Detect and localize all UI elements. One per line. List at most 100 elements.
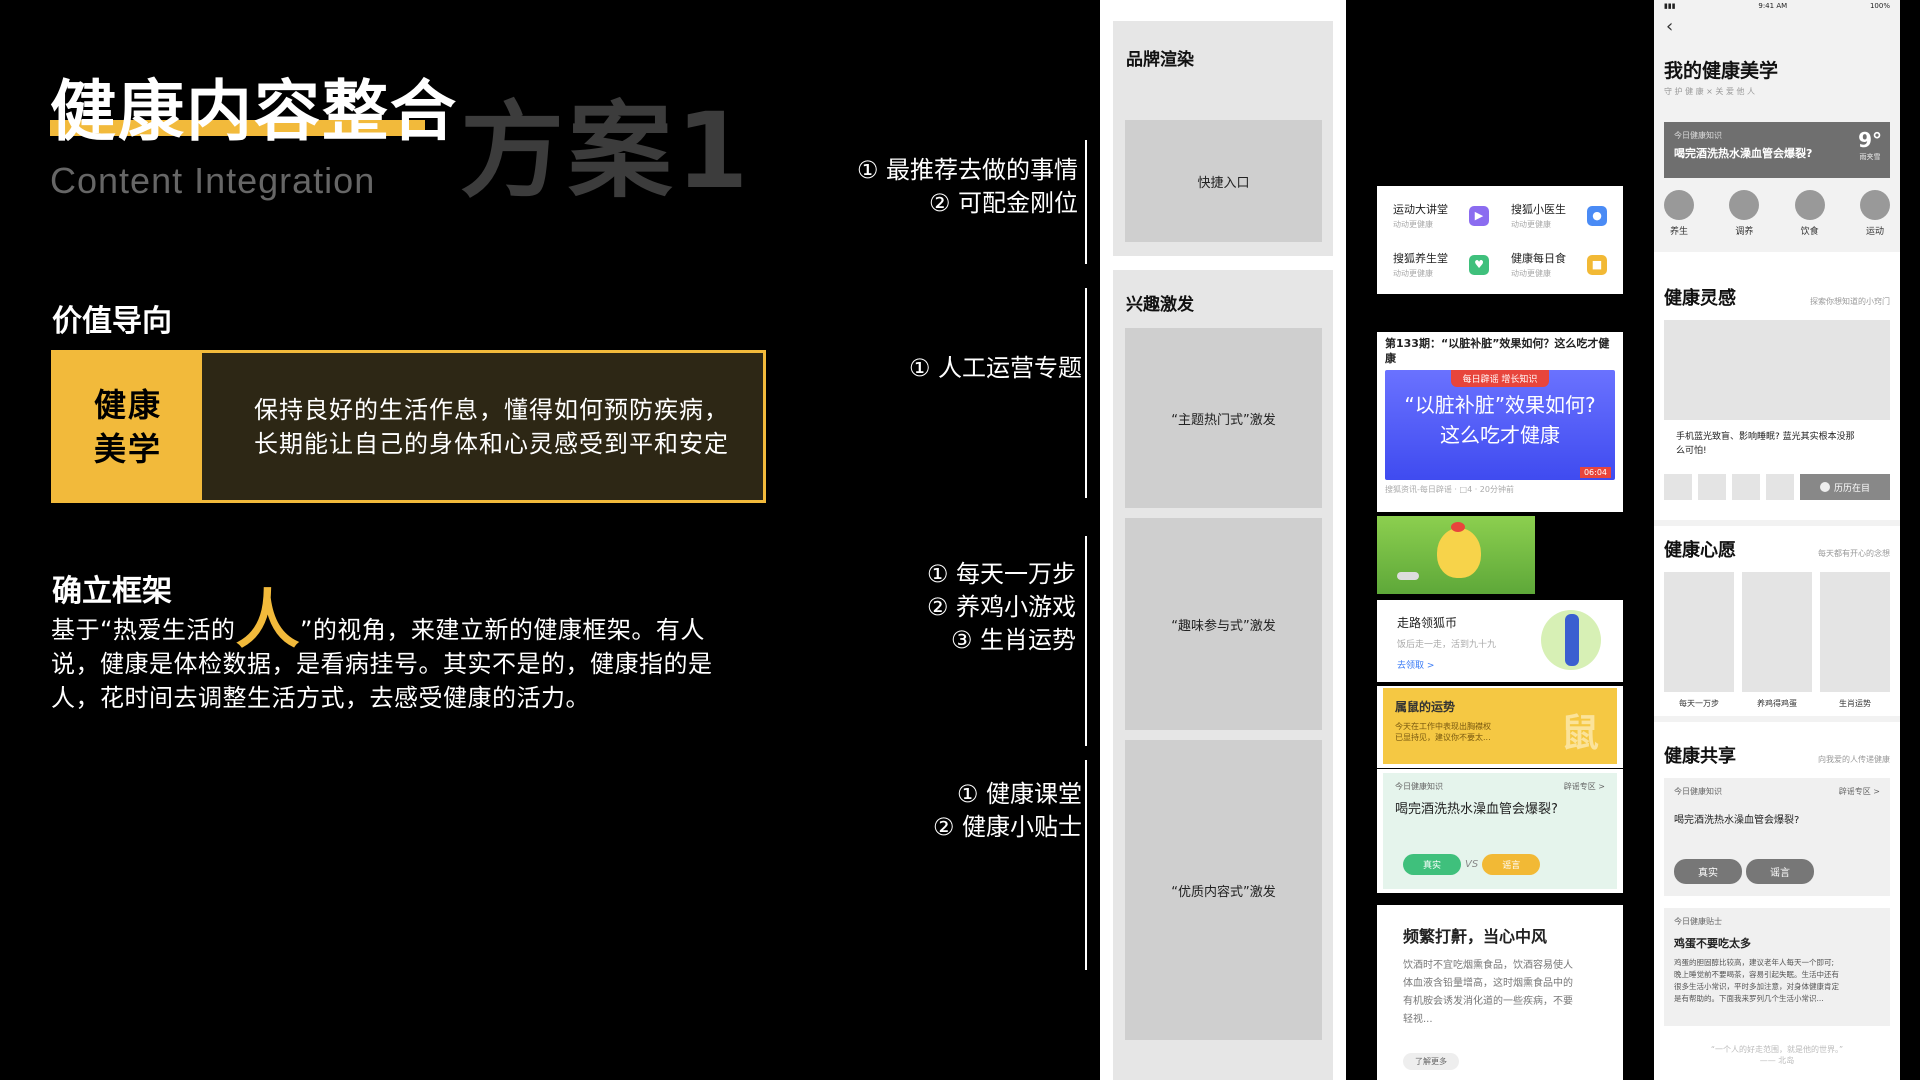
share-quiz-question: 喝完酒洗热水澡血管会爆裂? bbox=[1674, 815, 1800, 826]
frame-text-post: ”的视角，来建立新的健康框架。有人 bbox=[299, 616, 705, 644]
false-button[interactable]: 谣言 bbox=[1482, 854, 1541, 875]
frame-line1: 基于“热爱生活的人”的视角，来建立新的健康框架。有人 bbox=[51, 589, 751, 653]
article-card[interactable]: 频繁打鼾，当心中风 饮酒时不宜吃烟熏食品，饮酒容易使人 体血液含铅量增高，这时烟… bbox=[1377, 905, 1623, 1080]
quote: “一个人的好走范围，就是他的世界。” —— 北岛 bbox=[1654, 1044, 1900, 1066]
inspire-image[interactable] bbox=[1664, 320, 1890, 420]
tip-title: 鸡蛋不要吃太多 bbox=[1674, 937, 1751, 950]
share-quiz-card[interactable]: 今日健康知识 辟谣专区 > 喝完酒洗热水澡血管会爆裂? 真实 谣言 bbox=[1664, 778, 1890, 896]
thumb[interactable] bbox=[1664, 474, 1692, 500]
topic-banner[interactable]: 每日辟谣 增长知识 “以脏补脏”效果如何? 这么吃才健康 06:04 bbox=[1385, 370, 1615, 480]
tile-doctor[interactable]: 搜狐小医生 动动更健康 ● bbox=[1503, 194, 1615, 237]
wish-image bbox=[1742, 572, 1812, 692]
zodiac-card[interactable]: 属鼠的运势 今天在工作中表现出胸襟权 已显持见，建议你不要太... 鼠 bbox=[1377, 686, 1623, 768]
frame-line3: 人，花时间去调整生活方式，去感受健康的活力。 bbox=[51, 684, 590, 712]
wireframe-fun-block: “趣味参与式”激发 bbox=[1125, 518, 1322, 730]
annotation-divider bbox=[1085, 288, 1087, 498]
frame-description: 基于“热爱生活的人”的视角，来建立新的健康框架。有人 说，健康是体检数据，是看病… bbox=[51, 589, 751, 715]
annotation-divider bbox=[1085, 140, 1087, 264]
tile-title: 搜狐小医生 bbox=[1511, 203, 1566, 216]
shortcut-tiles: 运动大讲堂 动动更健康 ▶ 搜狐小医生 动动更健康 ● 搜狐养生堂 动动更健康 ♥ 健… bbox=[1377, 186, 1623, 294]
weather-temp: 9° bbox=[1858, 128, 1882, 152]
history-label: 历历在目 bbox=[1833, 483, 1870, 494]
phone-title: 我的健康美学 bbox=[1664, 60, 1779, 82]
category-label: 饮食 bbox=[1800, 227, 1819, 237]
thumb[interactable] bbox=[1732, 474, 1760, 500]
share-quiz-header: 今日健康知识 辟谣专区 > bbox=[1674, 786, 1880, 797]
history-button[interactable]: 历历在目 bbox=[1800, 474, 1890, 500]
tile-sub: 动动更健康 bbox=[1393, 220, 1433, 229]
food-icon: ■ bbox=[1587, 254, 1607, 275]
share-true-button[interactable]: 真实 bbox=[1674, 859, 1742, 884]
quiz-zone[interactable]: 辟谣专区 > bbox=[1564, 781, 1605, 792]
category-health[interactable]: 养生 bbox=[1664, 190, 1694, 237]
share-quiz-label: 今日健康知识 bbox=[1674, 787, 1722, 796]
true-button[interactable]: 真实 bbox=[1403, 854, 1462, 875]
wish-item-zodiac[interactable]: 生肖运势 bbox=[1820, 572, 1890, 709]
topic-footer: 搜狐资讯-每日辟谣 · □4 · 20分钟前 bbox=[1385, 485, 1514, 494]
article-line: 体血液含铅量增高，这时烟熏食品中的 bbox=[1403, 978, 1573, 989]
inspire-section: 健康灵感 探索你想知道的小窍门 手机蓝光致盲、影响睡眠? 蓝光其实根本没那 么可… bbox=[1654, 252, 1900, 520]
annotation-item: ② 养鸡小游戏 bbox=[926, 593, 1076, 621]
tile-title: 健康每日食 bbox=[1511, 252, 1566, 265]
value-desc-line2: 长期能让自己的身体和心灵感受到平和安定 bbox=[254, 429, 729, 458]
topic-card[interactable]: 第133期：“以脏补脏”效果如何？这么吃才健康 每日辟谣 增长知识 “以脏补脏”… bbox=[1377, 332, 1623, 512]
annotation-divider bbox=[1085, 536, 1087, 746]
annotation-item: ② 健康小贴士 bbox=[932, 813, 1082, 841]
tile-sub: 动动更健康 bbox=[1393, 269, 1433, 278]
quote-line: “一个人的好走范围，就是他的世界。” bbox=[1710, 1045, 1844, 1054]
walk-card[interactable]: 走路领狐币 饭后走一走，活到九十九 去领取 > bbox=[1377, 600, 1623, 682]
category-label: 调养 bbox=[1735, 227, 1754, 237]
page-subtitle: Content Integration bbox=[50, 160, 376, 201]
vs-label: VS bbox=[1465, 859, 1479, 870]
tip-line: 晚上睡觉前不要喝茶，容易引起失眠。生活中还有 bbox=[1674, 970, 1839, 979]
value-label-line2: 美学 bbox=[93, 429, 162, 468]
category-icon bbox=[1859, 190, 1890, 220]
category-row: 养生 调养 饮食 运动 bbox=[1664, 190, 1890, 237]
tile-daily-food[interactable]: 健康每日食动动更健康 ■ bbox=[1503, 243, 1615, 286]
wireframe-hot-topic-block: “主题热门式”激发 bbox=[1125, 328, 1322, 508]
topic-header: 第133期：“以脏补脏”效果如何？这么吃才健康 bbox=[1385, 337, 1610, 365]
wish-item-chicken[interactable]: 养鸡得鸡蛋 bbox=[1742, 572, 1812, 709]
title-block: 健康内容整合 Content Integration bbox=[50, 58, 458, 202]
weather-widget: 9° 雨夹雪 bbox=[1858, 128, 1882, 162]
wireframe-shortcut-block: 快捷入口 bbox=[1125, 120, 1322, 242]
wish-image bbox=[1664, 572, 1734, 692]
signal-icon: ▮▮▮ bbox=[1664, 2, 1676, 10]
annotation-item: ① 人工运营专题 bbox=[908, 354, 1082, 382]
topic-banner-line1: “以脏补脏”效果如何? bbox=[1404, 393, 1596, 417]
tile-health-hall[interactable]: 搜狐养生堂 动动更健康 ♥ bbox=[1385, 243, 1497, 286]
inspire-thumbs bbox=[1664, 474, 1794, 500]
tip-card[interactable]: 今日健康贴士 鸡蛋不要吃太多 鸡蛋的胆固醇比较高，建议老年人每天一个即可; 晚上… bbox=[1664, 908, 1890, 1026]
category-diet[interactable]: 饮食 bbox=[1794, 190, 1825, 237]
annotation-divider bbox=[1085, 760, 1087, 970]
phone-subtitle: 守 护 健 康 × 关 爱 他 人 bbox=[1664, 87, 1756, 96]
inspire-title: 健康灵感 bbox=[1664, 288, 1736, 309]
thumb[interactable] bbox=[1766, 474, 1794, 500]
category-icon bbox=[1664, 190, 1694, 220]
category-recuperate[interactable]: 调养 bbox=[1729, 190, 1760, 237]
value-heading: 价值导向 bbox=[52, 304, 172, 339]
chicken-game-thumbnail[interactable] bbox=[1377, 516, 1535, 594]
category-label: 运动 bbox=[1865, 227, 1884, 237]
battery-status: 100% bbox=[1869, 2, 1890, 10]
value-description: 保持良好的生活作息，懂得如何预防疾病， 长期能让自己的身体和心灵感受到平和安定 bbox=[202, 353, 763, 500]
walker-figure-icon bbox=[1565, 614, 1579, 666]
quiz-label: 今日健康知识 bbox=[1395, 782, 1443, 791]
share-title: 健康共享 bbox=[1664, 746, 1736, 767]
category-label: 养生 bbox=[1669, 227, 1688, 237]
wireframe-interest-section: 兴趣激发 “主题热门式”激发 “趣味参与式”激发 “优质内容式”激发 bbox=[1113, 270, 1333, 1080]
learn-more-button[interactable]: 了解更多 bbox=[1403, 1053, 1459, 1070]
wish-item-steps[interactable]: 每天一万步 bbox=[1664, 572, 1734, 709]
tile-sports-class[interactable]: 运动大讲堂 动动更健康 ▶ bbox=[1385, 194, 1497, 237]
share-false-button[interactable]: 谣言 bbox=[1746, 859, 1814, 884]
tip-line: 鸡蛋的胆固醇比较高，建议老年人每天一个即可; bbox=[1674, 958, 1835, 967]
share-quiz-zone[interactable]: 辟谣专区 > bbox=[1839, 786, 1880, 797]
annotation-item: ① 最推荐去做的事情 bbox=[856, 156, 1078, 184]
tile-sub: 动动更健康 bbox=[1511, 269, 1551, 278]
knowledge-banner[interactable]: 今日健康知识 喝完酒洗热水澡血管会爆裂? 9° 雨夹雪 bbox=[1664, 122, 1890, 178]
quiz-card[interactable]: 今日健康知识 辟谣专区 > 喝完酒洗热水澡血管会爆裂? 真实 VS 谣言 bbox=[1377, 769, 1623, 893]
category-sports[interactable]: 运动 bbox=[1859, 190, 1890, 237]
thumb[interactable] bbox=[1698, 474, 1726, 500]
tip-line: 很多生活小常识，平时多加注意，对身体健康肯定 bbox=[1674, 982, 1839, 991]
back-icon[interactable]: ‹ bbox=[1666, 16, 1673, 37]
